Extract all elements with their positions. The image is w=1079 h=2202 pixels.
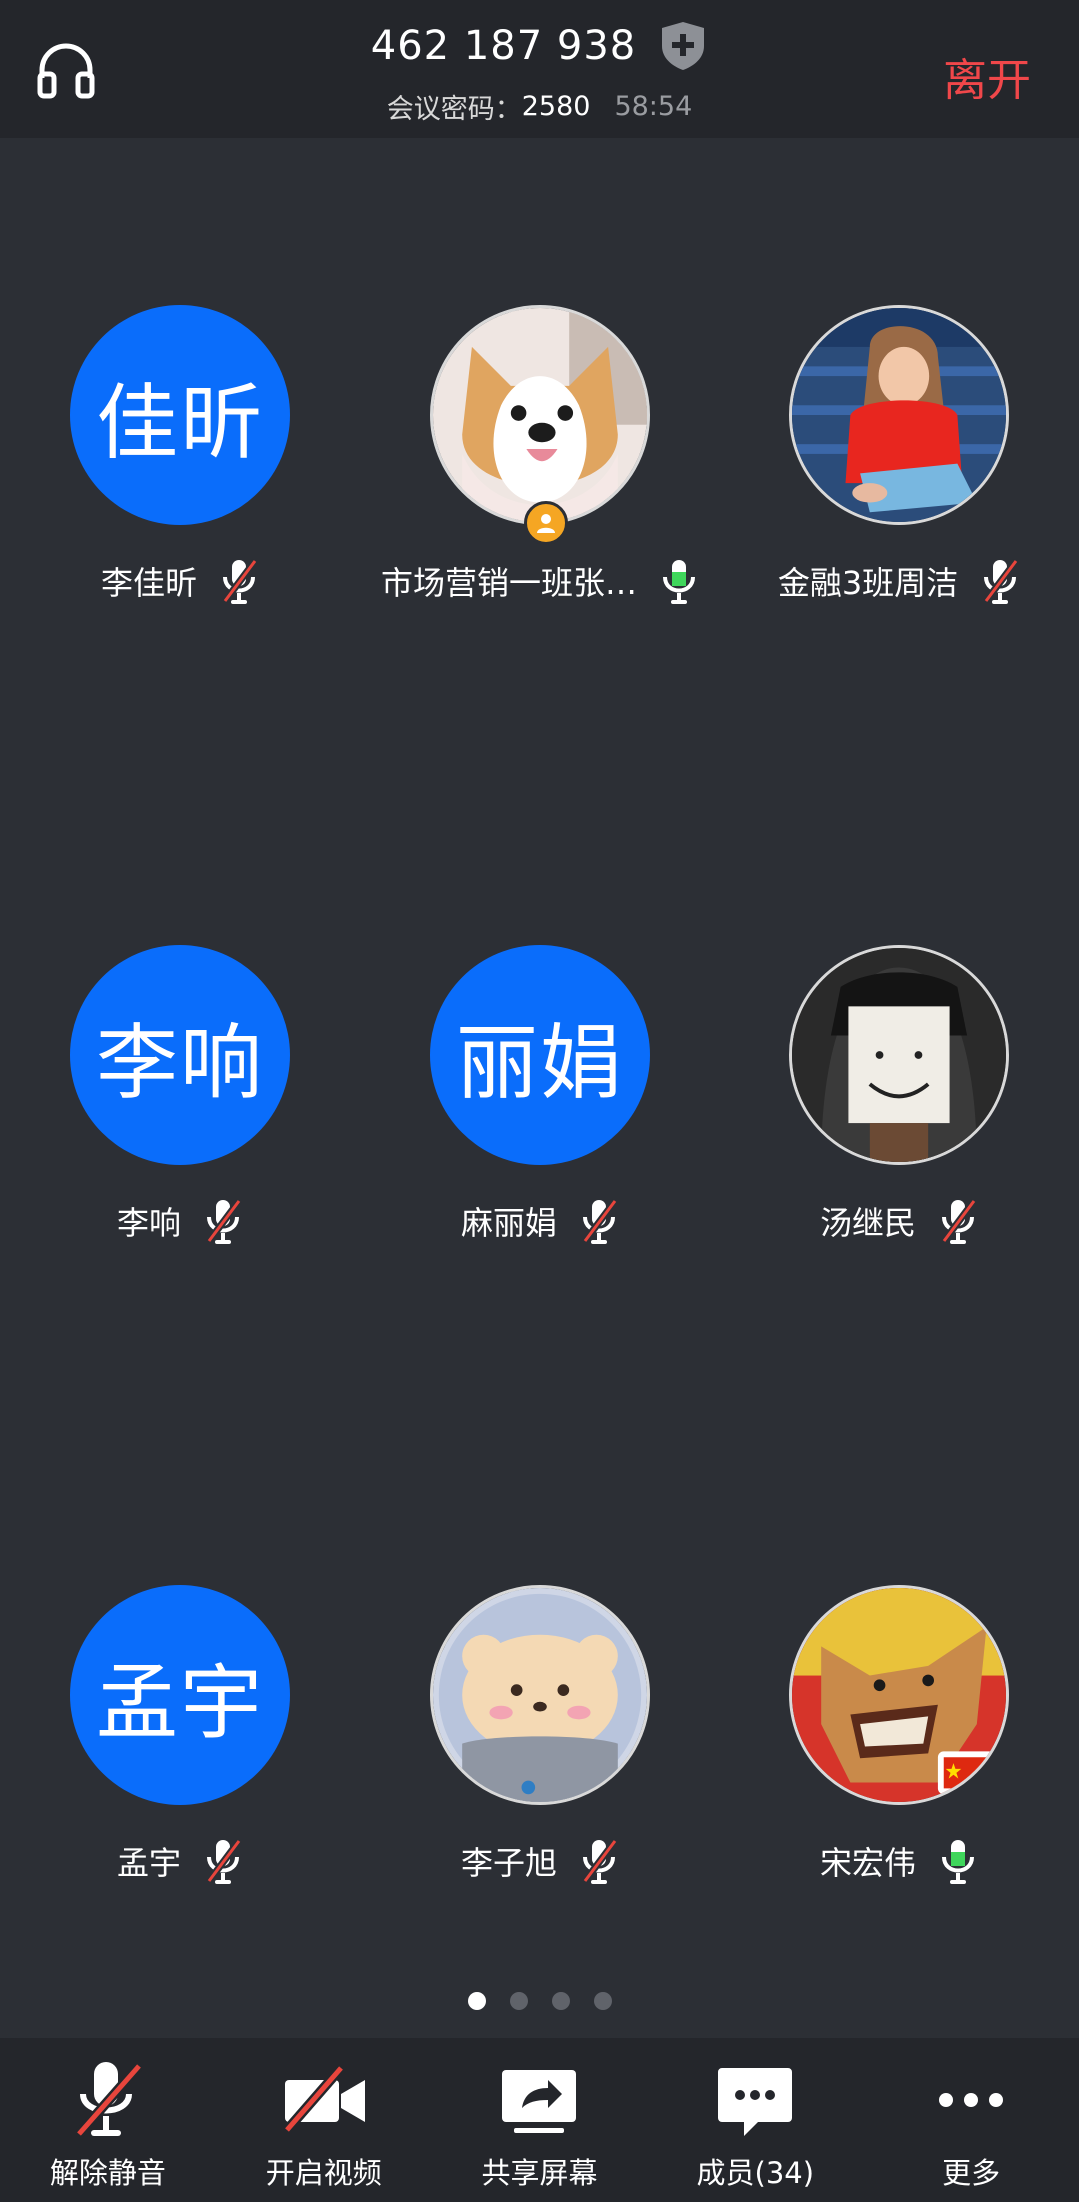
mic-active-icon [659, 557, 699, 605]
meeting-id[interactable]: 462 187 938 [371, 23, 636, 69]
participant-tile[interactable]: 孟宇 孟宇 [0, 1585, 360, 1905]
participant-tile[interactable]: 丽娟 麻丽娟 [360, 945, 720, 1265]
avatar: 孟宇 [70, 1585, 290, 1805]
participant-name-row: 孟宇 [0, 1831, 360, 1891]
participant-name: 李佳昕 [100, 564, 197, 602]
page-indicator[interactable] [0, 1992, 1079, 2016]
avatar [789, 1585, 1009, 1805]
more-label: 更多 [942, 2156, 1001, 2190]
girl-in-red-photo [792, 308, 1006, 522]
participant-name: 金融3班周洁 [777, 564, 959, 602]
members-button[interactable]: 成员(34) [647, 2038, 863, 2202]
paper-face-photo [792, 948, 1006, 1162]
mic-muted-icon [203, 1197, 243, 1245]
start-video-label: 开启视频 [265, 2156, 382, 2190]
meeting-header: 462 187 938 会议密码： 2580 58:54 离开 [0, 0, 1079, 138]
participant-name-row: 李佳昕 [0, 551, 360, 611]
chat-bubble-icon [710, 2058, 800, 2142]
participant-name: 孟宇 [116, 1844, 181, 1882]
share-screen-label: 共享屏幕 [481, 2156, 598, 2190]
unmute-label: 解除静音 [49, 2156, 166, 2190]
page-dot[interactable] [509, 1992, 528, 2010]
meeting-info: 会议密码： 2580 58:54 [0, 86, 1079, 126]
participant-tile[interactable]: 李响 李响 [0, 945, 360, 1265]
meeting-timer: 58:54 [614, 90, 693, 122]
unmute-button[interactable]: 解除静音 [0, 2038, 216, 2202]
participant-name: 麻丽娟 [460, 1204, 557, 1242]
participant-name: 汤继民 [819, 1204, 916, 1242]
leave-button[interactable]: 离开 [943, 44, 1031, 108]
participant-tile[interactable]: 市场营销一班张… [360, 305, 720, 625]
password-value: 2580 [521, 90, 591, 122]
mic-muted-icon [219, 557, 259, 605]
corgi-dog-photo [433, 308, 647, 522]
mic-active-icon [938, 1837, 978, 1885]
avatar [430, 1585, 650, 1805]
host-badge-icon [524, 501, 568, 545]
mic-muted-icon [938, 1197, 978, 1245]
participant-name: 李响 [116, 1204, 181, 1242]
participant-grid: 佳昕 李佳昕 市场营销一班张… 金融3班周洁 李响 李响 丽娟 麻丽娟 汤继民 … [0, 138, 1079, 2028]
mic-muted-icon [980, 557, 1020, 605]
mic-off-icon [63, 2058, 153, 2142]
participant-name-row: 麻丽娟 [360, 1191, 720, 1251]
avatar [430, 305, 650, 525]
page-dot[interactable] [593, 1992, 612, 2010]
mic-muted-icon [203, 1837, 243, 1885]
more-dots-icon [926, 2058, 1016, 2142]
avatar: 丽娟 [430, 945, 650, 1165]
avatar [789, 305, 1009, 525]
participant-name-row: 李响 [0, 1191, 360, 1251]
wolf-photo [792, 1588, 1006, 1802]
avatar: 佳昕 [70, 305, 290, 525]
participant-name-row: 金融3班周洁 [719, 551, 1079, 611]
participant-name-row: 汤继民 [719, 1191, 1079, 1251]
members-label: 成员(34) [696, 2156, 815, 2190]
avatar: 李响 [70, 945, 290, 1165]
page-dot[interactable] [551, 1992, 570, 2010]
mic-muted-icon [579, 1197, 619, 1245]
participant-name: 宋宏伟 [819, 1844, 916, 1882]
participant-name-row: 宋宏伟 [719, 1831, 1079, 1891]
avatar [789, 945, 1009, 1165]
participant-tile[interactable]: 佳昕 李佳昕 [0, 305, 360, 625]
participant-name: 市场营销一班张… [380, 564, 637, 602]
participant-name-row: 李子旭 [360, 1831, 720, 1891]
start-video-button[interactable]: 开启视频 [216, 2038, 432, 2202]
video-off-icon [279, 2058, 369, 2142]
meeting-id-row: 462 187 938 [0, 18, 1079, 74]
participant-name-row: 市场营销一班张… [360, 551, 720, 611]
participant-tile[interactable]: 李子旭 [360, 1585, 720, 1905]
more-button[interactable]: 更多 [863, 2038, 1079, 2202]
shield-plus-icon[interactable] [658, 20, 708, 72]
share-screen-icon [494, 2058, 584, 2142]
password-label: 会议密码： [386, 93, 522, 125]
participant-name: 李子旭 [460, 1844, 557, 1882]
participant-tile[interactable]: 宋宏伟 [719, 1585, 1079, 1905]
participant-tile[interactable]: 汤继民 [719, 945, 1079, 1265]
bear-cartoon-photo [433, 1588, 647, 1802]
page-dot-active[interactable] [467, 1992, 486, 2010]
participant-tile[interactable]: 金融3班周洁 [719, 305, 1079, 625]
mic-muted-icon [579, 1837, 619, 1885]
bottom-toolbar: 解除静音 开启视频 共享屏幕 成员(34) 更多 [0, 2038, 1079, 2202]
share-screen-button[interactable]: 共享屏幕 [432, 2038, 648, 2202]
